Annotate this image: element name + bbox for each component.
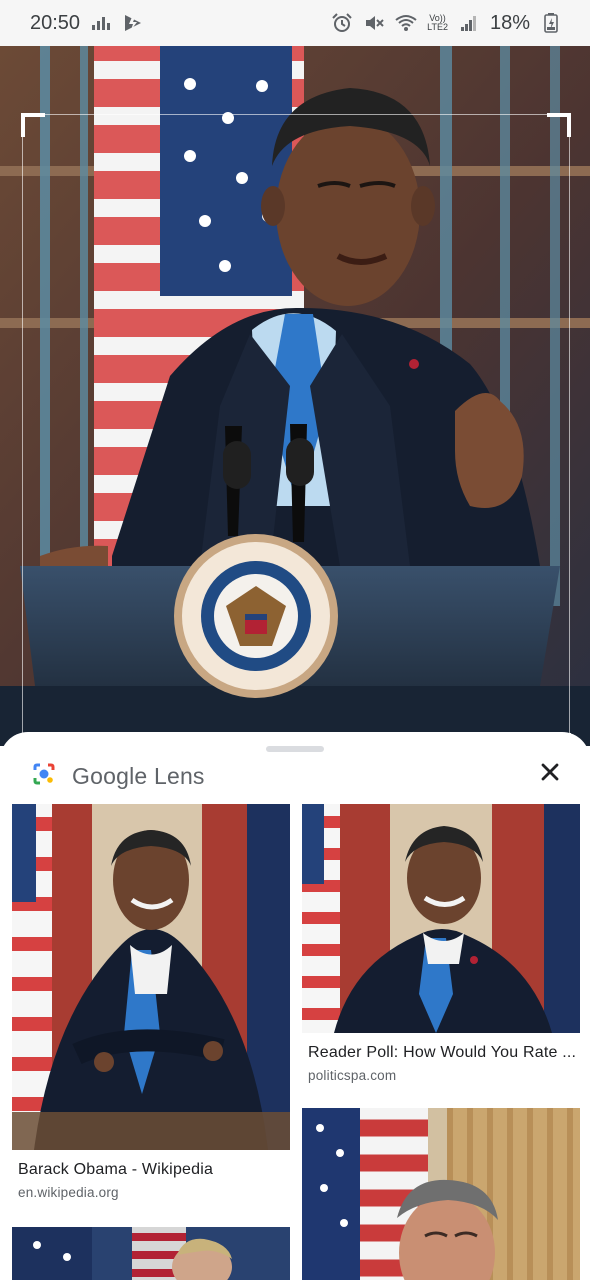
mute-icon (363, 12, 385, 34)
alarm-icon (331, 12, 353, 34)
result-source[interactable]: en.wikipedia.org (18, 1185, 119, 1200)
result-title[interactable]: Barack Obama - Wikipedia (18, 1161, 286, 1179)
status-right: Vo)) LTE2 18% (331, 12, 562, 35)
lte-bottom-label: LTE2 (427, 22, 448, 32)
result-card[interactable]: Reader Poll: How Would You Rate ... poli… (302, 804, 580, 1084)
google-lens-icon (30, 760, 58, 793)
status-bar: 20:50 Vo)) LTE2 18% (0, 0, 590, 46)
result-card[interactable] (12, 1227, 290, 1280)
result-thumbnail[interactable] (12, 804, 290, 1150)
result-card[interactable] (302, 1108, 580, 1280)
flash-icon (122, 12, 144, 34)
close-icon (541, 763, 559, 781)
equalizer-icon (90, 12, 112, 34)
sheet-drag-handle[interactable] (266, 746, 324, 752)
result-card[interactable]: Barack Obama - Wikipedia en.wikipedia.or… (12, 804, 290, 1209)
app-title: Google Lens (72, 762, 205, 789)
captured-photo[interactable] (0, 46, 590, 746)
result-thumbnail[interactable] (302, 1108, 580, 1280)
status-time: 20:50 (30, 11, 81, 34)
result-source[interactable]: politicspa.com (308, 1068, 396, 1083)
result-title[interactable]: Reader Poll: How Would You Rate ... (308, 1044, 576, 1062)
battery-icon (540, 12, 562, 34)
battery-percentage: 18% (489, 11, 530, 34)
wifi-icon (395, 12, 417, 34)
photo-illustration (0, 46, 590, 746)
result-thumbnail[interactable] (302, 804, 580, 1033)
visual-matches-grid: Barack Obama - Wikipedia en.wikipedia.or… (0, 804, 590, 1280)
result-thumbnail[interactable] (12, 1227, 290, 1280)
lte-indicator: Vo)) LTE2 (427, 14, 448, 32)
lens-results-sheet[interactable]: Google Lens Barack Obama - Wikipedia en.… (0, 732, 590, 1280)
close-button[interactable] (534, 756, 566, 788)
signal-icon (458, 12, 480, 34)
lens-header: Google Lens (30, 754, 205, 798)
status-left: 20:50 (30, 12, 144, 35)
